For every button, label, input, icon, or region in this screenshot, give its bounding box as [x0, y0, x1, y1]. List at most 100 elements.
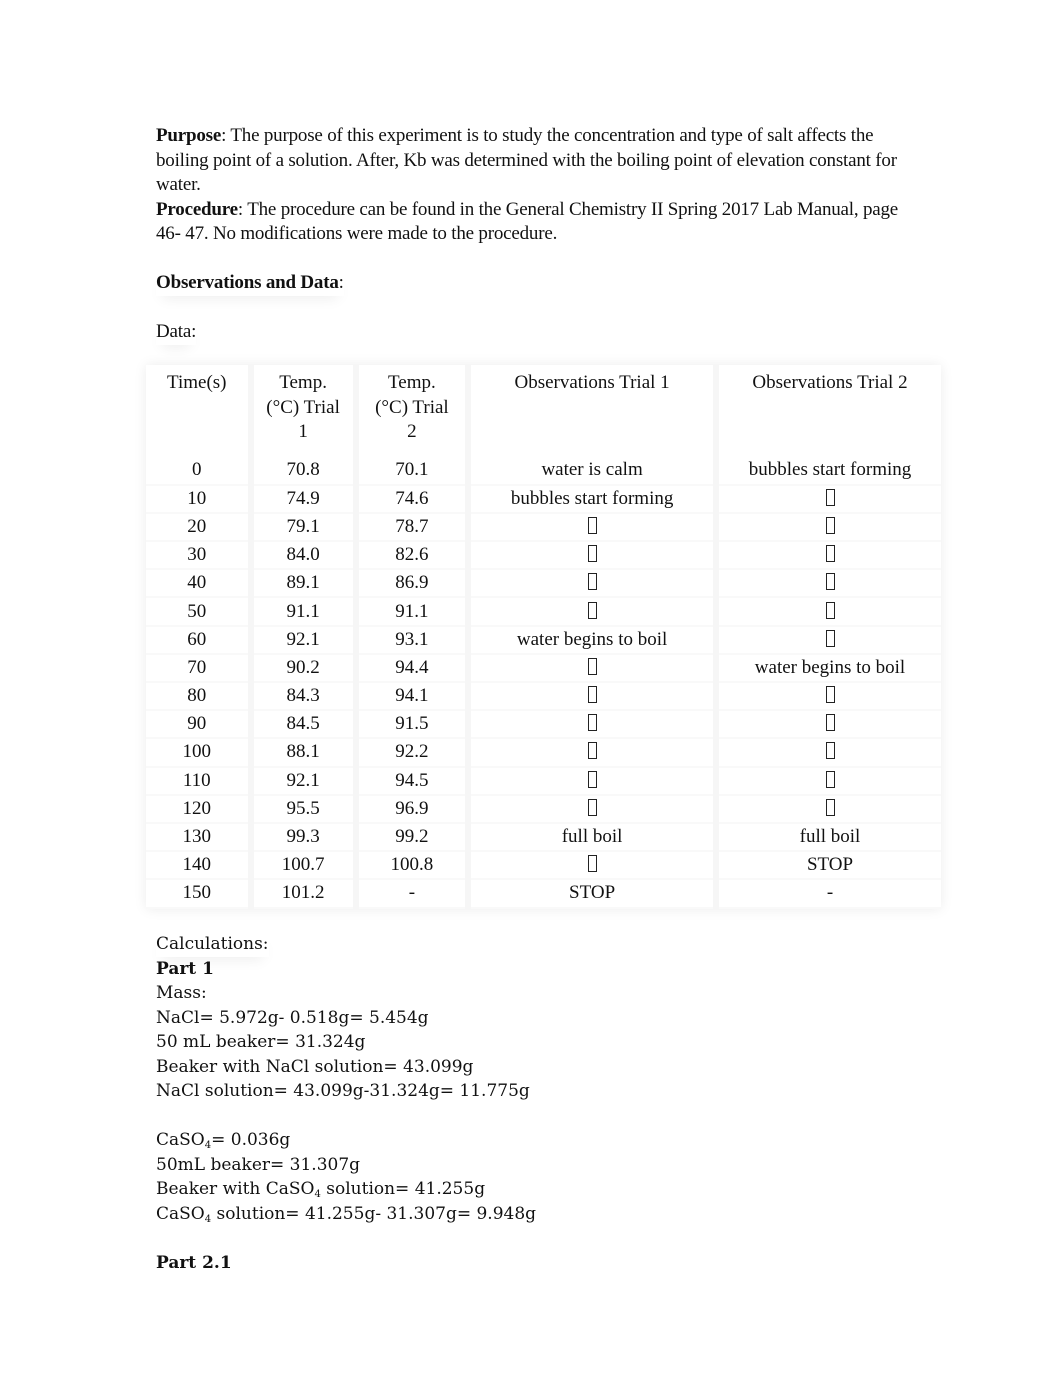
temp-trial-1-cell: 95.5: [251, 795, 356, 823]
part1-heading: Part 1: [156, 958, 214, 979]
caso4-line: CaSO4= 0.036g: [156, 1130, 291, 1151]
temp-trial-2-cell: 91.5: [356, 710, 469, 738]
purpose-paragraph: Purpose: The purpose of this experiment …: [156, 124, 916, 198]
observation-trial-2-cell: [716, 513, 941, 541]
time-cell: 140: [146, 851, 251, 879]
nacl-line: 50 mL beaker= 31.324g: [156, 1032, 366, 1052]
temp-trial-2-cell: 96.9: [356, 795, 469, 823]
part2-heading: Part 2.1: [156, 1252, 232, 1273]
purpose-label: Purpose: [156, 125, 222, 146]
temp-trial-1-cell: 70.8: [251, 457, 356, 485]
missing-glyph-icon: [587, 657, 597, 675]
observation-trial-1-cell: [468, 710, 716, 738]
temp-trial-1-cell: 91.1: [251, 597, 356, 625]
observations-heading-text: Observations and Data: [156, 272, 339, 293]
observation-trial-1-cell: [468, 597, 716, 625]
purpose-text: : The purpose of this experiment is to s…: [156, 125, 897, 195]
time-cell: 60: [146, 626, 251, 654]
missing-glyph-icon: [825, 573, 835, 591]
missing-glyph-icon: [825, 629, 835, 647]
table-row: 10 74.9 74.6 bubbles start forming: [146, 485, 941, 513]
table-row: 60 92.1 93.1 water begins to boil: [146, 626, 941, 654]
calculations-label: Calculations:: [156, 932, 756, 957]
missing-glyph-icon: [587, 601, 597, 619]
missing-glyph-icon: [587, 742, 597, 760]
temp-trial-2-cell: 94.4: [356, 654, 469, 682]
header-temp-trial-1: Temp. (°C) Trial 1: [251, 365, 356, 457]
subscript: 4: [204, 1213, 212, 1225]
temp-trial-1-cell: 99.3: [251, 823, 356, 851]
observation-trial-1-cell: [468, 541, 716, 569]
observation-trial-1-cell: [468, 682, 716, 710]
temp-trial-2-cell: 82.6: [356, 541, 469, 569]
observations-heading: Observations and Data:: [156, 271, 916, 296]
temp-trial-2-cell: 92.2: [356, 738, 469, 766]
nacl-line: NaCl= 5.972g- 0.518g= 5.454g: [156, 1007, 429, 1028]
table-row: 150 101.2- STOP -: [146, 879, 941, 907]
table-row: 70 90.2 94.4 water begins to boil: [146, 654, 941, 682]
missing-glyph-icon: [825, 488, 835, 506]
calculations-section: Calculations: Part 1 Mass: NaCl= 5.972g-…: [156, 932, 756, 1275]
mass-label: Mass:: [156, 983, 207, 1003]
data-table: Time(s) Temp. (°C) Trial 1 Temp. (°C) Trial…: [146, 365, 941, 909]
observation-trial-1-cell: [468, 569, 716, 597]
missing-glyph-icon: [587, 573, 597, 591]
observation-trial-1-cell: [468, 654, 716, 682]
time-cell: 50: [146, 597, 251, 625]
temp-trial-2-cell: 86.9: [356, 569, 469, 597]
caso4-line: 50mL beaker= 31.307g: [156, 1154, 361, 1175]
observation-trial-1-cell: [468, 738, 716, 766]
header-temp-trial-2: Temp. (°C) Trial 2: [356, 365, 469, 457]
temp-trial-2-cell: 74.6: [356, 485, 469, 513]
header-time: Time(s): [146, 365, 251, 457]
observation-trial-2-cell: [716, 795, 941, 823]
table-row: 90 84.5 91.5: [146, 710, 941, 738]
table-body: 0 70.8 70.1 water is calm bubbles start form…: [146, 457, 941, 908]
missing-glyph-icon: [587, 798, 597, 816]
table-row: 40 89.1 86.9: [146, 569, 941, 597]
table-row: 50 91.1 91.1: [146, 597, 941, 625]
missing-glyph-icon: [587, 770, 597, 788]
missing-glyph-icon: [825, 601, 835, 619]
table-row: 140 100.7 100.8 STOP: [146, 851, 941, 879]
missing-glyph-icon: [587, 686, 597, 704]
time-cell: 130: [146, 823, 251, 851]
table-row: 100 88.1 92.2: [146, 738, 941, 766]
temp-trial-2-cell: 91.1: [356, 597, 469, 625]
missing-glyph-icon: [825, 545, 835, 563]
time-cell: 90: [146, 710, 251, 738]
temp-trial-1-cell: 92.1: [251, 767, 356, 795]
missing-glyph-icon: [825, 686, 835, 704]
missing-glyph-icon: [825, 516, 835, 534]
observation-trial-2-cell: full boil: [799, 826, 861, 848]
procedure-paragraph: Procedure: The procedure can be found in…: [156, 198, 916, 247]
observation-trial-2-cell: [716, 597, 941, 625]
temp-trial-2-cell: 78.7: [356, 513, 469, 541]
missing-glyph-icon: [825, 742, 835, 760]
missing-glyph-icon: [825, 770, 835, 788]
table-row: 130 99.3 99.2 full boil full boil: [146, 823, 941, 851]
temp-trial-2-cell: 94.1: [356, 682, 469, 710]
table-row: 110 92.1 94.5: [146, 767, 941, 795]
data-label-text: Data:: [156, 320, 196, 345]
header-observations-trial-2: Observations Trial 2: [752, 372, 908, 393]
observation-trial-2-cell: -: [826, 882, 834, 904]
observation-trial-2-cell: bubbles start forming: [748, 459, 912, 481]
caso4-line: CaSO4 solution= 41.255g- 31.307g= 9.948g: [156, 1203, 537, 1225]
missing-glyph-icon: [587, 516, 597, 534]
nacl-line: Beaker with NaCl solution= 43.099g: [156, 1056, 474, 1077]
time-cell: 110: [146, 767, 251, 795]
temp-trial-2-cell: 99.2: [356, 823, 469, 851]
temp-trial-2-cell: 70.1: [356, 457, 469, 485]
missing-glyph-icon: [587, 855, 597, 873]
observation-trial-1-cell: [468, 851, 716, 879]
procedure-label: Procedure: [156, 198, 238, 220]
temp-trial-1-cell: 90.2: [251, 654, 356, 682]
temp-trial-1-cell: 88.1: [251, 738, 356, 766]
observation-trial-1-cell: STOP: [468, 879, 716, 907]
missing-glyph-icon: [825, 714, 835, 732]
time-cell: 10: [146, 485, 251, 513]
temp-trial-2-cell: 93.1: [356, 626, 469, 654]
procedure-text: : The procedure can be found in the Gene…: [156, 198, 899, 245]
time-cell: 30: [146, 541, 251, 569]
